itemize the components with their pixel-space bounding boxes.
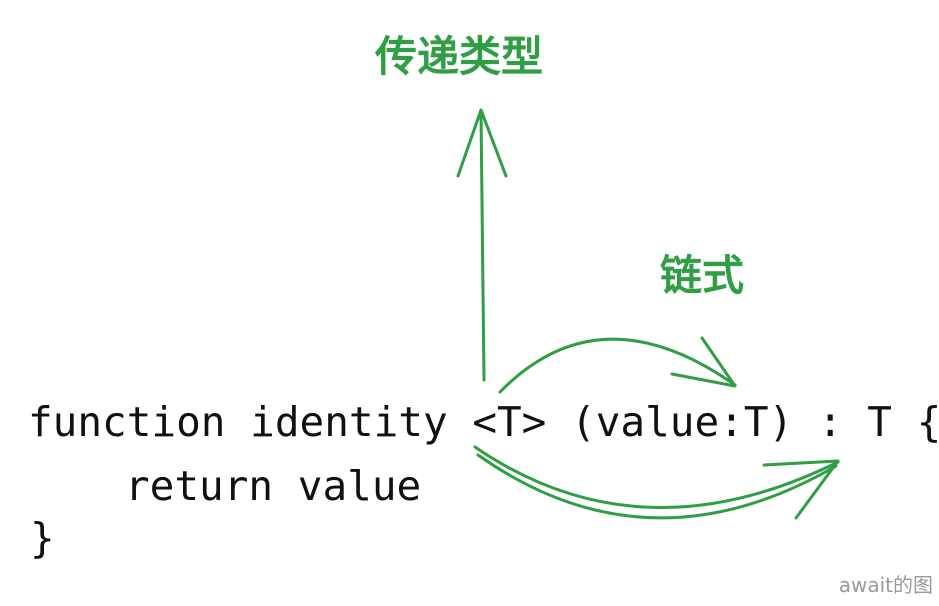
label-chain: 链式	[660, 251, 745, 300]
label-pass-type: 传递类型	[375, 32, 544, 81]
watermark: await的图	[838, 573, 933, 597]
diagram-canvas: 传递类型 链式 function identity <T> (value:T) …	[0, 0, 939, 606]
code-line-3: }	[30, 514, 55, 562]
arrow-return-curve	[473, 445, 840, 509]
arrow-up-shaft	[479, 110, 486, 382]
arrow-chain-curve	[498, 337, 737, 394]
arrows-layer	[456, 108, 840, 520]
code-line-1: function identity <T> (value:T) : T {	[28, 398, 939, 446]
code-line-2: return value	[125, 462, 422, 510]
